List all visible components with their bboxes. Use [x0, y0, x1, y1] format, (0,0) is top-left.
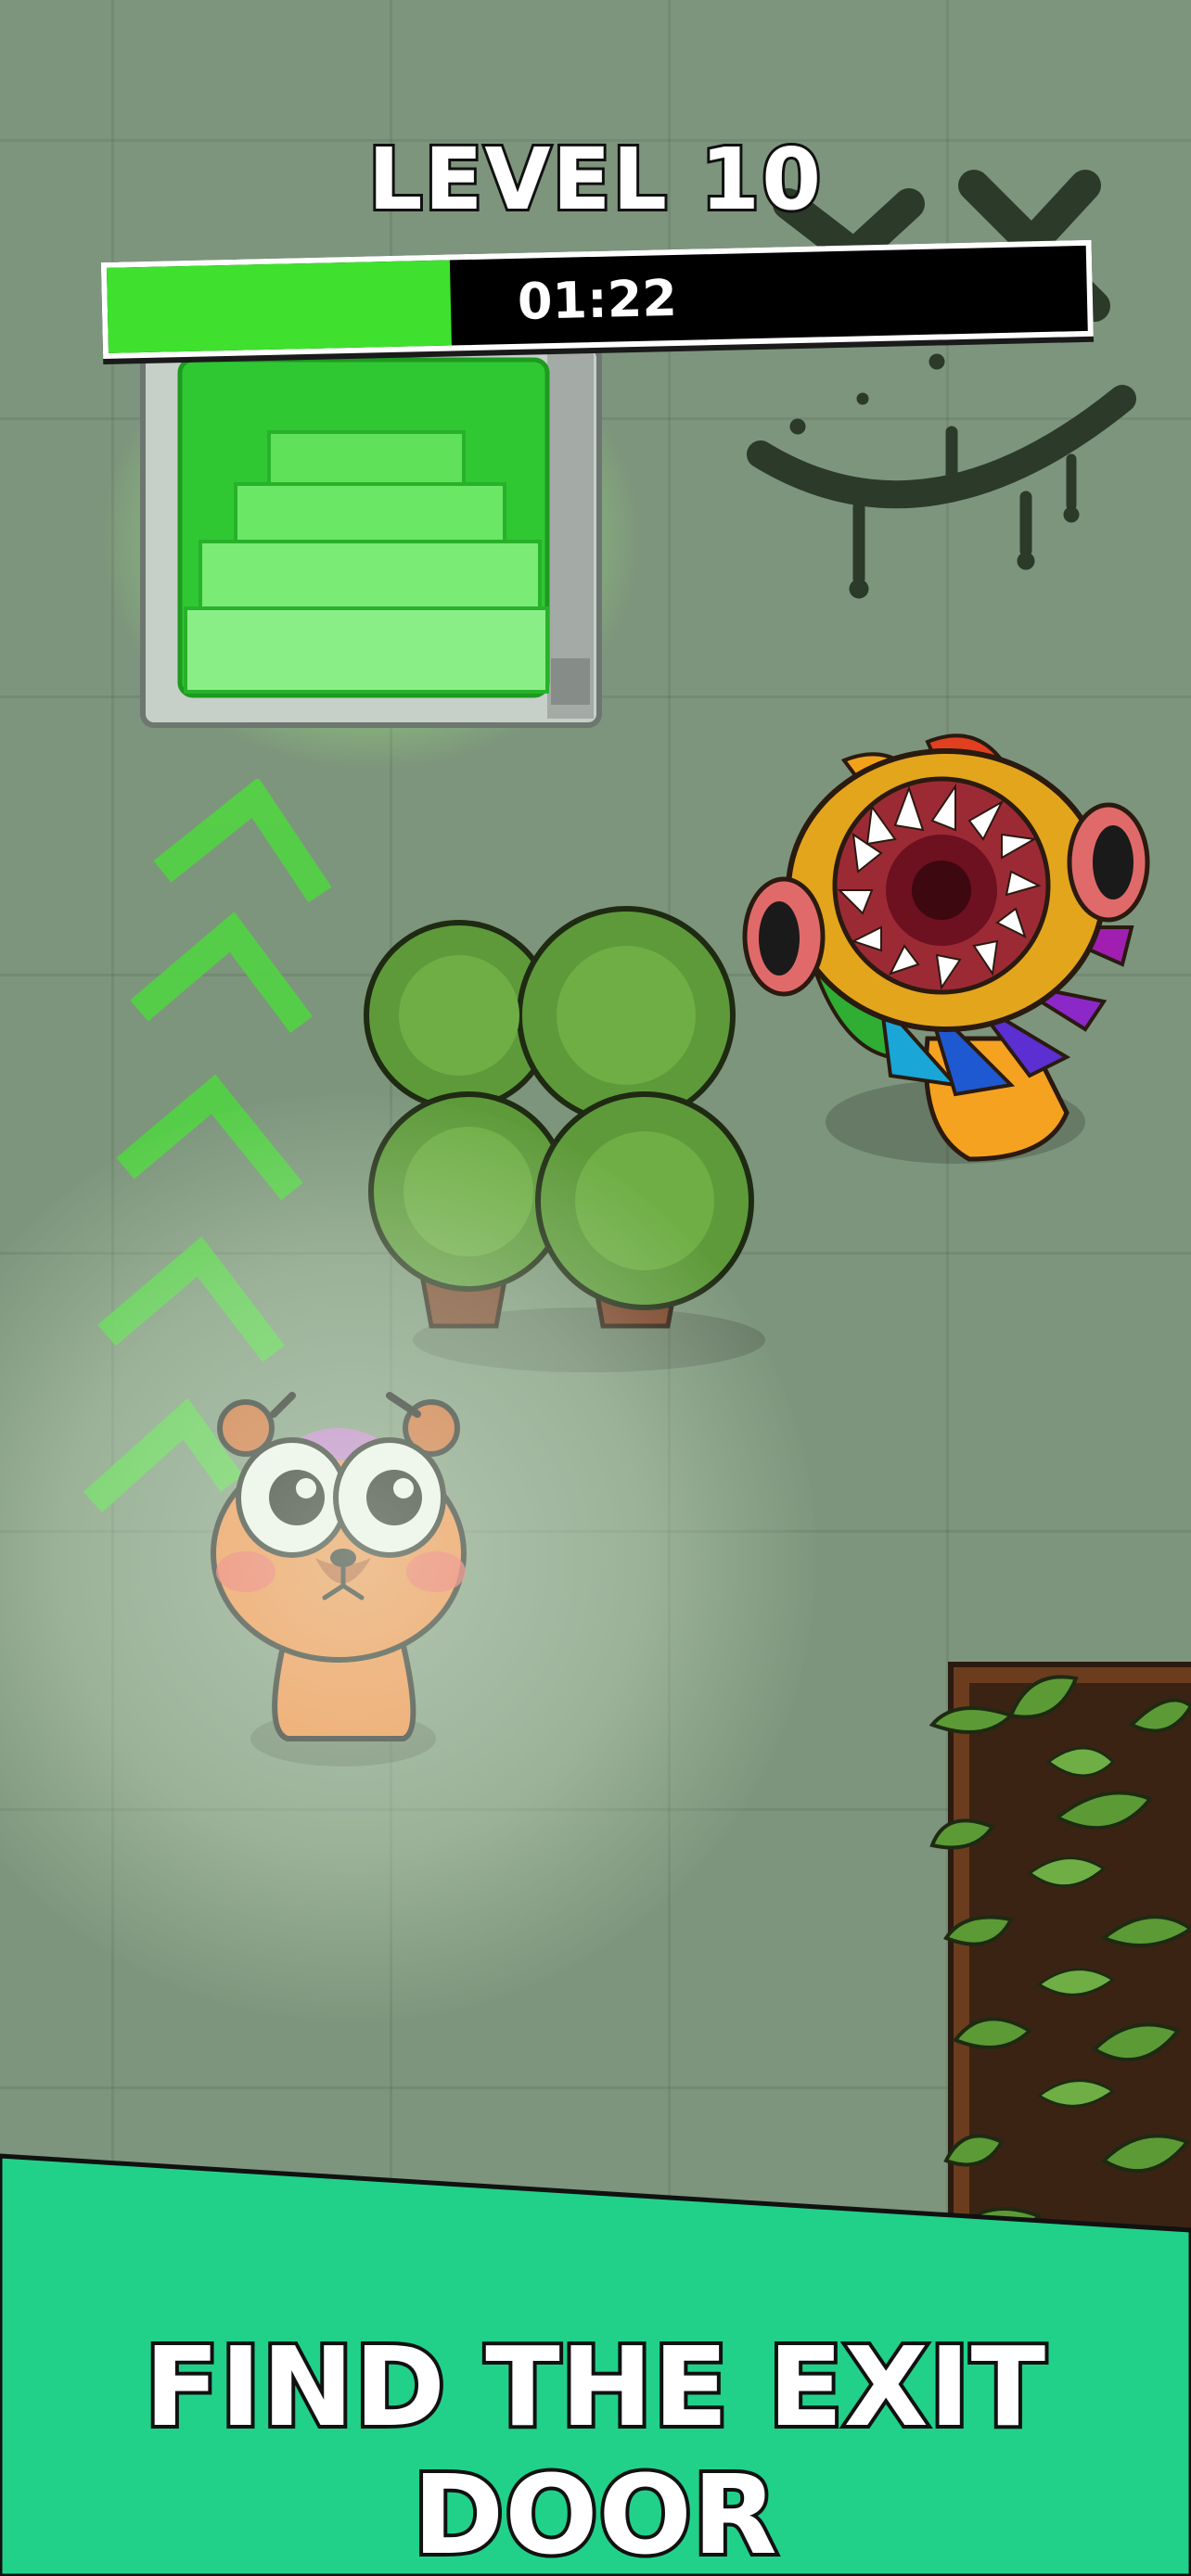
timer-text: 01:22 — [517, 268, 678, 331]
rainbow-monster[interactable] — [733, 723, 1169, 1168]
level-title: LEVEL 10 — [365, 127, 824, 232]
chevron-up-icon — [153, 779, 332, 903]
leafy-planter-icon — [928, 1662, 1191, 2253]
instruction-text: FIND THE EXIT DOOR — [141, 2319, 1049, 2576]
exit-door[interactable] — [102, 306, 640, 770]
stairs-exit-icon — [140, 344, 602, 728]
chevron-up-icon — [130, 912, 313, 1033]
game-scene[interactable]: LEVEL 10 01:22 FIND THE EXIT DOOR — [0, 0, 1191, 2576]
